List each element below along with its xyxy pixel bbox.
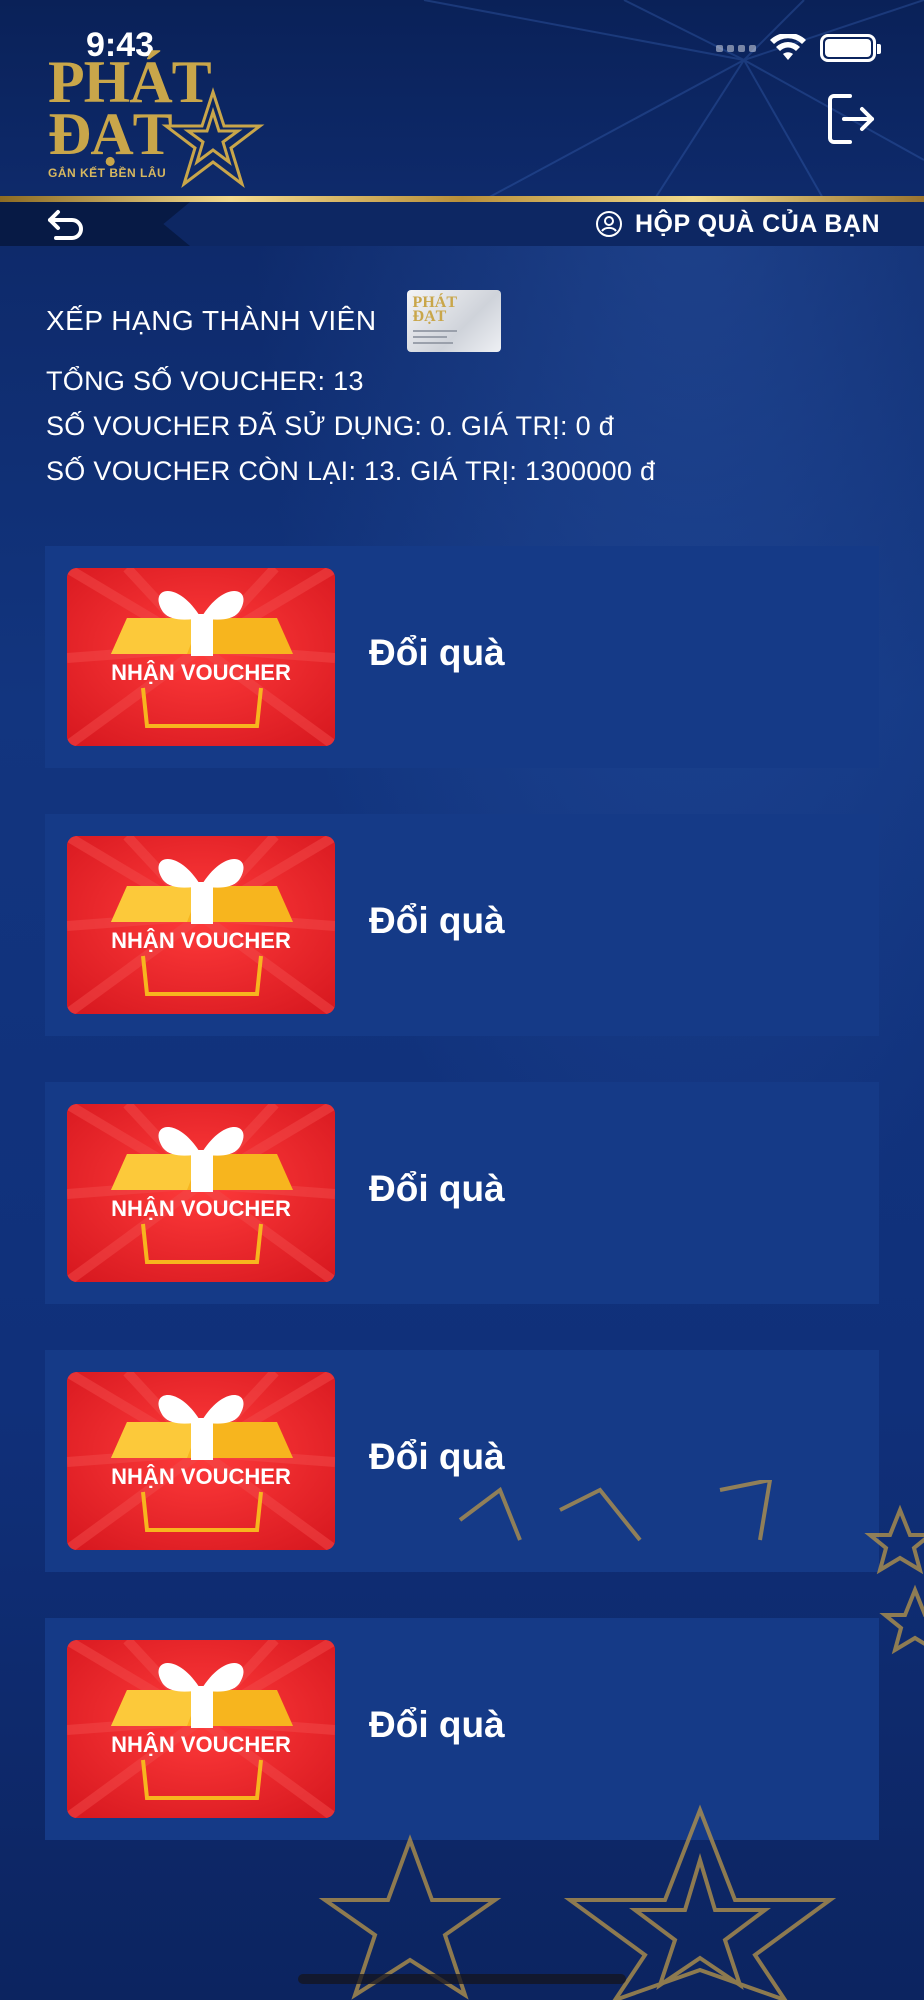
voucher-image: NHẬN VOUCHER: [67, 1372, 335, 1550]
redeem-label: Đổi quà: [369, 632, 505, 673]
voucher-card[interactable]: NHẬN VOUCHER Đổi quà: [45, 814, 879, 1036]
redeem-label: Đổi quà: [369, 1436, 505, 1477]
voucher-card[interactable]: NHẬN VOUCHER Đổi quà: [45, 546, 879, 768]
voucher-image: NHẬN VOUCHER: [67, 1640, 335, 1818]
nav-bar: HỘP QUÀ CỦA BẠN: [0, 202, 924, 246]
status-icons: [716, 34, 881, 62]
voucher-card[interactable]: NHẬN VOUCHER Đổi quà: [45, 1082, 879, 1304]
cellular-signal-icon: [716, 44, 756, 52]
redeem-label: Đổi quà: [369, 1704, 505, 1745]
voucher-image: NHẬN VOUCHER: [67, 1104, 335, 1282]
voucher-image: NHẬN VOUCHER: [67, 836, 335, 1014]
battery-icon: [820, 34, 881, 62]
back-icon[interactable]: [46, 208, 86, 242]
gift-icon: NHẬN VOUCHER: [67, 836, 335, 1014]
wifi-icon: [770, 34, 806, 60]
gift-icon: NHẬN VOUCHER: [67, 568, 335, 746]
used-vouchers: SỐ VOUCHER ĐÃ SỬ DỤNG: 0. GIÁ TRỊ: 0 đ: [46, 411, 615, 441]
app-header: 9:43 PHÁT ĐẠT GẮN KẾT BỀN LÂU: [0, 0, 924, 200]
remaining-vouchers: SỐ VOUCHER CÒN LẠI: 13. GIÁ TRỊ: 1300000…: [46, 456, 656, 486]
star-flower-icon: [161, 87, 265, 188]
voucher-image-text: NHẬN VOUCHER: [111, 660, 291, 685]
gift-icon: NHẬN VOUCHER: [67, 1640, 335, 1818]
voucher-image: NHẬN VOUCHER: [67, 568, 335, 746]
rank-row: XẾP HẠNG THÀNH VIÊN PHÁT ĐẠT: [46, 290, 655, 352]
voucher-list: NHẬN VOUCHER Đổi quà NHẬN VOUCHER Đổi qu…: [45, 546, 879, 1886]
voucher-card[interactable]: NHẬN VOUCHER Đổi quà: [45, 1618, 879, 1840]
voucher-image-text: NHẬN VOUCHER: [111, 1196, 291, 1221]
redeem-label: Đổi quà: [369, 1168, 505, 1209]
rank-card-line: [412, 330, 457, 332]
voucher-image-text: NHẬN VOUCHER: [111, 1464, 291, 1489]
voucher-card[interactable]: NHẬN VOUCHER Đổi quà: [45, 1350, 879, 1572]
home-indicator: [298, 1974, 626, 1984]
exit-icon[interactable]: [826, 92, 876, 146]
nav-back-area: [0, 202, 190, 246]
gift-box-link[interactable]: HỘP QUÀ CỦA BẠN: [595, 208, 880, 240]
user-icon: [595, 211, 622, 237]
voucher-image-text: NHẬN VOUCHER: [111, 928, 291, 953]
member-rank-card: PHÁT ĐẠT: [406, 290, 501, 352]
total-vouchers: TỔNG SỐ VOUCHER: 13: [46, 366, 364, 396]
redeem-label: Đổi quà: [369, 900, 505, 941]
rank-label: XẾP HẠNG THÀNH VIÊN: [46, 305, 377, 336]
rank-card-logo: PHÁT ĐẠT: [412, 294, 457, 325]
rank-card-line: [412, 336, 447, 338]
rank-card-line: [412, 342, 453, 344]
gift-icon: NHẬN VOUCHER: [67, 1104, 335, 1282]
phat-dat-logo: PHÁT ĐẠT GẮN KẾT BỀN LÂU: [48, 52, 268, 188]
gift-icon: NHẬN VOUCHER: [67, 1372, 335, 1550]
gift-box-label: HỘP QUÀ CỦA BẠN: [634, 209, 880, 238]
member-info: XẾP HẠNG THÀNH VIÊN PHÁT ĐẠT TỔNG SỐ VOUC…: [46, 290, 655, 487]
voucher-image-text: NHẬN VOUCHER: [111, 1732, 291, 1757]
